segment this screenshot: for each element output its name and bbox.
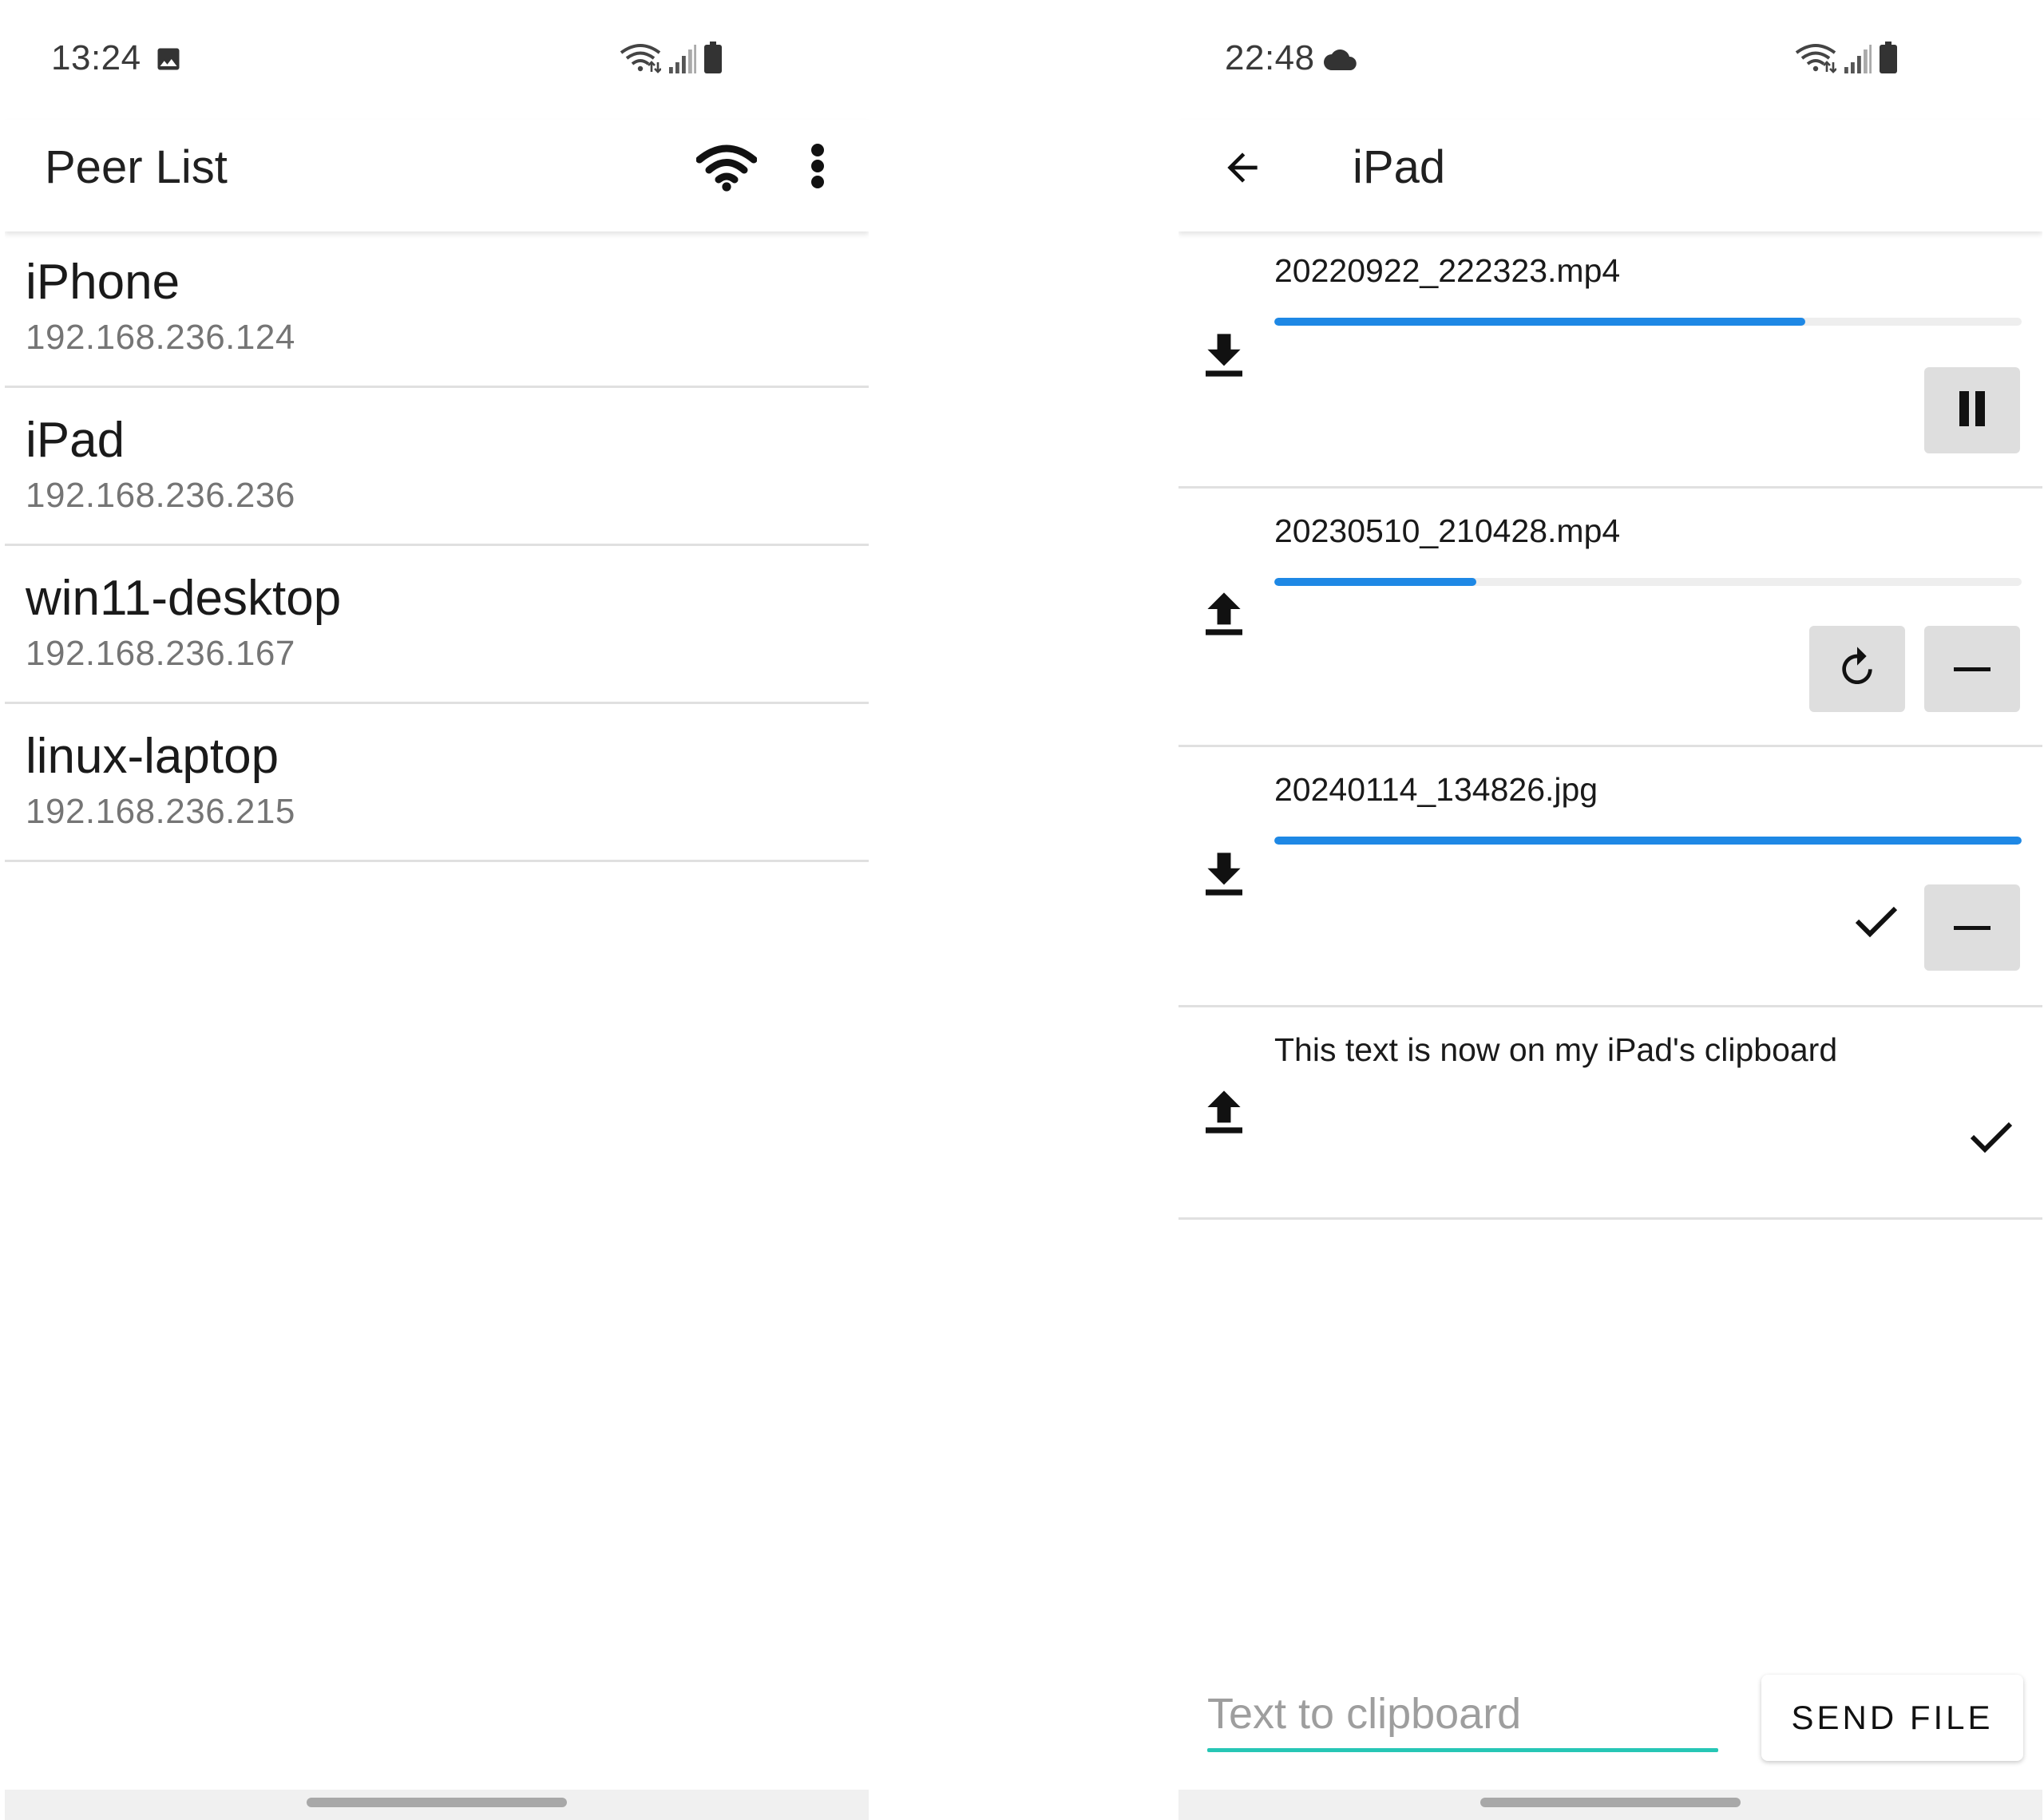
transfer-name: 20230510_210428.mp4 bbox=[1274, 512, 1621, 549]
peer-ip: 192.168.236.236 bbox=[26, 476, 295, 515]
peer-ip: 192.168.236.167 bbox=[26, 634, 295, 673]
check-icon bbox=[1969, 1119, 2014, 1154]
peer-list-item[interactable]: iPad 192.168.236.236 bbox=[5, 388, 869, 546]
status-time: 22:48 bbox=[1225, 38, 1315, 77]
page-title: iPad bbox=[1353, 141, 1446, 193]
transfer-progress bbox=[1274, 318, 2022, 326]
transfer-name: This text is now on my iPad's clipboard bbox=[1274, 1031, 1838, 1068]
pause-icon bbox=[1956, 390, 1988, 430]
battery-icon bbox=[704, 42, 722, 77]
arrow-back-icon[interactable] bbox=[1220, 145, 1265, 194]
peer-name: win11-desktop bbox=[26, 571, 342, 626]
home-handle[interactable] bbox=[1480, 1798, 1741, 1807]
status-bar: 22:48 bbox=[1178, 0, 2042, 120]
wifi-icon[interactable] bbox=[695, 144, 758, 196]
transfer-progress bbox=[1274, 837, 2022, 845]
signal-icon bbox=[1844, 45, 1872, 77]
app-bar: Peer List bbox=[5, 120, 869, 231]
upload-icon bbox=[1206, 592, 1242, 639]
check-icon bbox=[1854, 904, 1899, 939]
peer-detail-screen: 22:48 iPad 20220922_222323.mp4 20230510_… bbox=[1178, 0, 2042, 1820]
battery-icon bbox=[1880, 42, 1897, 77]
peer-list-screen: 13:24 Peer List iPhone 192.168.236.124 i… bbox=[5, 0, 869, 1820]
clipboard-text-field bbox=[1207, 1681, 1718, 1753]
navigation-bar bbox=[1178, 1790, 2042, 1820]
peer-name: iPad bbox=[26, 413, 125, 468]
transfer-name: 20220922_222323.mp4 bbox=[1274, 252, 1621, 289]
app-bar: iPad bbox=[1178, 120, 2042, 231]
send-file-button[interactable]: SEND FILE bbox=[1761, 1675, 2023, 1761]
transfer-item: 20240114_134826.jpg bbox=[1178, 747, 2042, 1007]
pause-button[interactable] bbox=[1924, 367, 2020, 453]
cloud-icon bbox=[1324, 48, 1359, 74]
navigation-bar bbox=[5, 1790, 869, 1820]
transfer-item: This text is now on my iPad's clipboard bbox=[1178, 1007, 2042, 1220]
refresh-icon bbox=[1835, 645, 1880, 694]
progress-fill bbox=[1274, 837, 2022, 845]
page-title: Peer List bbox=[45, 141, 228, 193]
wifi-data-icon bbox=[1795, 42, 1837, 77]
signal-icon bbox=[669, 45, 696, 77]
transfer-progress bbox=[1274, 578, 2022, 586]
retry-button[interactable] bbox=[1809, 626, 1905, 712]
status-bar: 13:24 bbox=[5, 0, 869, 120]
peer-name: linux-laptop bbox=[26, 729, 279, 784]
clipboard-input[interactable] bbox=[1207, 1681, 1718, 1747]
peer-list-item[interactable]: iPhone 192.168.236.124 bbox=[5, 230, 869, 388]
transfer-item: 20220922_222323.mp4 bbox=[1178, 230, 2042, 489]
remove-button[interactable] bbox=[1924, 626, 2020, 712]
peer-name: iPhone bbox=[26, 255, 180, 310]
status-time: 13:24 bbox=[51, 38, 141, 77]
minus-icon bbox=[1954, 920, 1991, 935]
download-icon bbox=[1206, 334, 1242, 381]
download-icon bbox=[1206, 853, 1242, 900]
home-handle[interactable] bbox=[307, 1798, 567, 1807]
minus-icon bbox=[1954, 662, 1991, 676]
progress-fill bbox=[1274, 578, 1476, 586]
peer-list-item[interactable]: linux-laptop 192.168.236.215 bbox=[5, 704, 869, 862]
wifi-data-icon bbox=[620, 42, 662, 77]
transfer-name: 20240114_134826.jpg bbox=[1274, 771, 1598, 808]
remove-button[interactable] bbox=[1924, 884, 2020, 971]
peer-list-item[interactable]: win11-desktop 192.168.236.167 bbox=[5, 546, 869, 704]
progress-fill bbox=[1274, 318, 1805, 326]
image-icon bbox=[153, 45, 184, 77]
input-underline bbox=[1207, 1748, 1718, 1752]
status-icons bbox=[1795, 42, 1897, 77]
status-icons bbox=[620, 42, 722, 77]
more-vert-icon[interactable] bbox=[806, 142, 829, 194]
peer-ip: 192.168.236.124 bbox=[26, 318, 295, 357]
upload-icon bbox=[1206, 1090, 1242, 1138]
peer-ip: 192.168.236.215 bbox=[26, 792, 295, 831]
transfer-item: 20230510_210428.mp4 bbox=[1178, 489, 2042, 747]
